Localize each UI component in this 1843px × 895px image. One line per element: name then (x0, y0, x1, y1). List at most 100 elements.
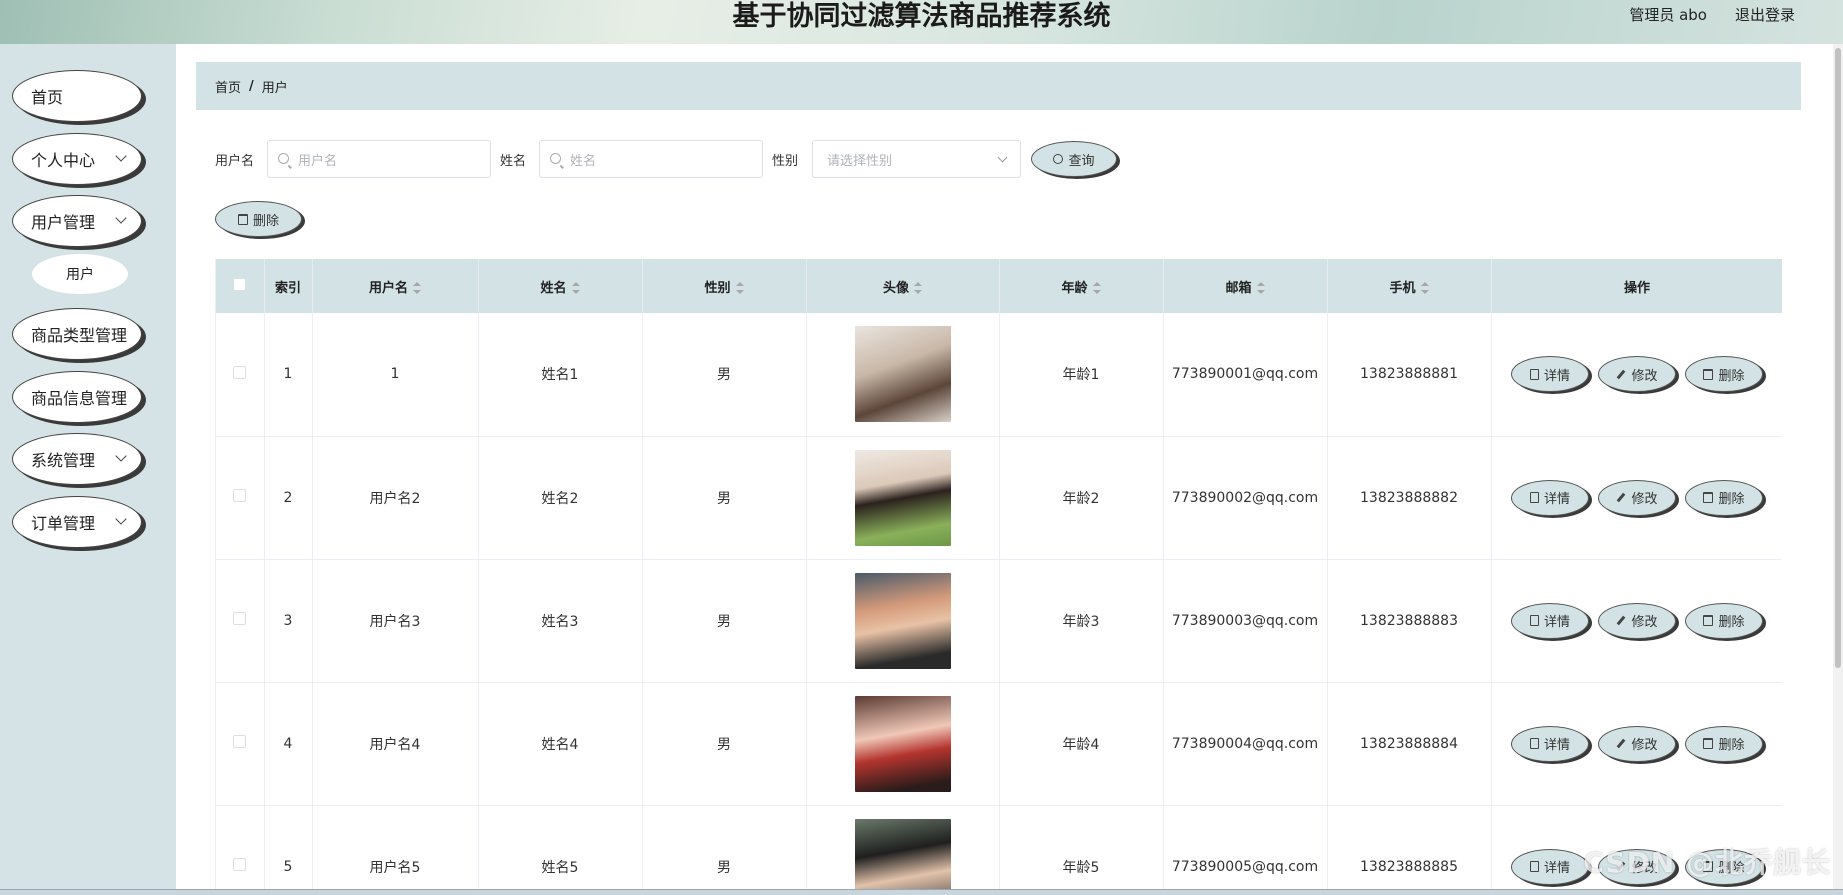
chevron-down-icon (115, 513, 127, 525)
row-index: 5 (264, 805, 313, 890)
sidebar-item-system[interactable]: 系统管理 (12, 433, 142, 485)
row-select-cell (216, 682, 265, 806)
row-checkbox[interactable] (233, 489, 247, 502)
name-placeholder: 姓名 (570, 153, 597, 169)
trash-icon (1703, 615, 1714, 626)
sort-icon[interactable] (413, 282, 421, 294)
users-table: 索引 用户名 姓名 性别 头像 年龄 邮箱 手机 操作 1 1 姓名1 男年龄1 773… (215, 259, 1782, 890)
delete-button[interactable]: 删除 (1685, 602, 1763, 639)
app-header: 基于协同过滤算法商品推荐系统 管理员 abo 退出登录 (0, 0, 1843, 44)
row-name: 姓名5 (478, 805, 643, 890)
username-search-input[interactable]: 用户名 (267, 140, 491, 178)
trash-icon (1703, 738, 1714, 749)
avatar (854, 695, 951, 792)
sort-icon[interactable] (1420, 282, 1429, 294)
row-select-cell (216, 805, 265, 890)
name-search-input[interactable]: 姓名 (539, 140, 763, 178)
sidebar-item-product-info[interactable]: 商品信息管理 (12, 371, 142, 423)
row-select-cell (216, 313, 265, 437)
row-username: 用户名4 (312, 682, 479, 806)
logout-link[interactable]: 退出登录 (1735, 4, 1795, 25)
delete-button[interactable]: 删除 (1685, 356, 1763, 393)
column-header-phone[interactable]: 手机 (1327, 259, 1492, 313)
row-phone: 13823888881 (1327, 313, 1492, 437)
column-header-username[interactable]: 用户名 (312, 259, 479, 313)
sort-icon[interactable] (571, 282, 580, 294)
row-name: 姓名3 (478, 559, 643, 683)
sidebar-subitem-label: 用户 (66, 267, 94, 283)
detail-button[interactable]: 详情 (1511, 725, 1589, 762)
row-avatar-cell (806, 559, 1000, 683)
column-header-email[interactable]: 邮箱 (1163, 259, 1328, 313)
row-phone: 13823888882 (1327, 436, 1492, 560)
sort-icon[interactable] (735, 282, 744, 294)
breadcrumb-home[interactable]: 首页 (215, 77, 241, 96)
table-row: 1 1 姓名1 男年龄1 773890001@qq.com 13823888881 详情 修改… (216, 313, 1782, 437)
sidebar-item-label: 首页 (31, 88, 64, 107)
edit-button[interactable]: 修改 (1598, 725, 1676, 762)
scrollbar-thumb[interactable] (1835, 48, 1841, 668)
sidebar-subitem-users[interactable]: 用户 (32, 254, 128, 294)
sidebar-item-label: 用户管理 (31, 213, 96, 232)
delete-button[interactable]: 删除 (1685, 725, 1763, 762)
row-gender: 男 (642, 559, 807, 683)
row-index: 4 (264, 682, 313, 806)
app-title: 基于协同过滤算法商品推荐系统 (732, 1, 1111, 32)
sort-icon[interactable] (1256, 282, 1265, 294)
row-name: 姓名2 (478, 436, 643, 560)
avatar (854, 449, 951, 546)
sidebar-item-profile[interactable]: 个人中心 (12, 133, 142, 185)
row-checkbox[interactable] (233, 365, 247, 379)
bulk-delete-button[interactable]: 删除 (215, 201, 302, 237)
search-icon (550, 153, 561, 164)
row-checkbox[interactable] (233, 612, 247, 625)
gender-select[interactable]: 请选择性别 (812, 140, 1021, 178)
row-phone: 13823888883 (1327, 559, 1492, 683)
select-all-checkbox[interactable] (233, 277, 247, 291)
chevron-down-icon (115, 450, 127, 462)
page-scrollbar[interactable] (1833, 44, 1843, 890)
column-header-index: 索引 (264, 259, 313, 313)
detail-button[interactable]: 详情 (1511, 356, 1589, 393)
sort-icon[interactable] (1092, 282, 1101, 294)
row-index: 2 (264, 436, 313, 560)
row-email: 773890005@qq.com (1163, 805, 1328, 890)
column-header-avatar[interactable]: 头像 (806, 259, 1000, 313)
detail-button[interactable]: 详情 (1511, 848, 1589, 885)
trash-icon (1703, 492, 1714, 503)
column-header-name[interactable]: 姓名 (478, 259, 643, 313)
row-avatar-cell (806, 682, 1000, 806)
detail-button[interactable]: 详情 (1511, 602, 1589, 639)
sidebar-item-home[interactable]: 首页 (12, 70, 142, 122)
row-checkbox[interactable] (233, 735, 247, 748)
sidebar-item-label: 系统管理 (31, 451, 96, 470)
sidebar-item-label: 订单管理 (31, 514, 96, 533)
sidebar-item-label: 商品类型管理 (31, 326, 128, 345)
row-phone: 13823888884 (1327, 682, 1492, 806)
edit-button[interactable]: 修改 (1598, 356, 1676, 393)
edit-icon (1617, 615, 1626, 626)
row-checkbox[interactable] (233, 858, 247, 871)
chevron-down-icon (115, 150, 127, 162)
row-actions: 详情 修改 删除 (1491, 559, 1782, 683)
row-username: 用户名3 (312, 559, 479, 683)
sidebar-item-user-management[interactable]: 用户管理 (12, 195, 142, 247)
row-select-cell (216, 559, 265, 683)
column-header-actions: 操作 (1491, 259, 1782, 313)
chevron-down-icon (997, 152, 1008, 163)
current-user: 管理员 abo (1629, 6, 1707, 24)
column-header-gender[interactable]: 性别 (642, 259, 807, 313)
sidebar-item-product-types[interactable]: 商品类型管理 (12, 308, 142, 360)
column-header-age[interactable]: 年龄 (999, 259, 1164, 313)
row-age: 年龄4 (999, 682, 1164, 806)
watermark: CSDN @北乔舰长 (1583, 846, 1831, 879)
edit-button[interactable]: 修改 (1598, 602, 1676, 639)
sidebar-item-orders[interactable]: 订单管理 (12, 496, 142, 548)
document-icon (1529, 615, 1539, 626)
table-row: 2 用户名2 姓名2 男年龄2 773890002@qq.com 13823888882 详… (216, 436, 1782, 560)
search-button[interactable]: 查询 (1031, 141, 1117, 177)
edit-button[interactable]: 修改 (1598, 479, 1676, 516)
sort-icon[interactable] (914, 282, 922, 294)
detail-button[interactable]: 详情 (1511, 479, 1589, 516)
delete-button[interactable]: 删除 (1685, 479, 1763, 516)
